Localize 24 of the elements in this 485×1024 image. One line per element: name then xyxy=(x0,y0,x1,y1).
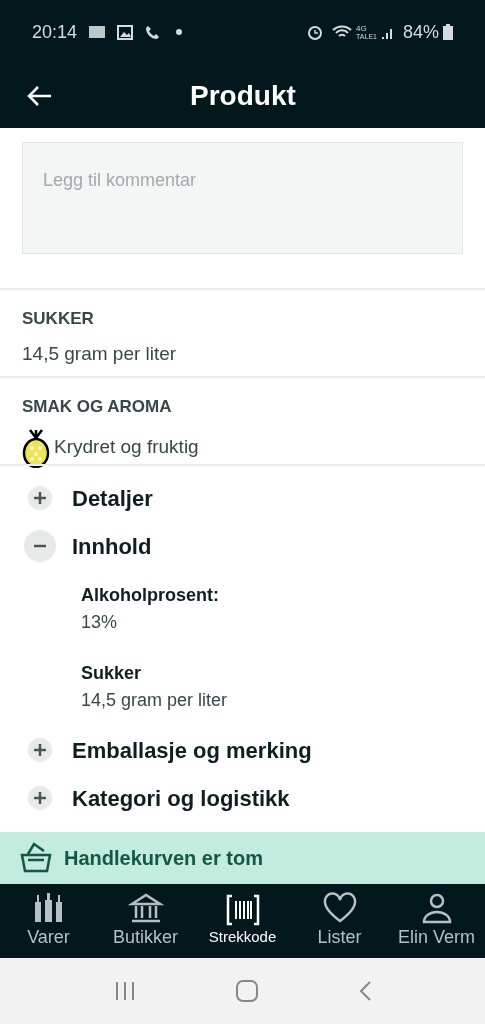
detail-label: Sukker xyxy=(81,662,143,685)
basket-status: Handlekurven er tom xyxy=(64,846,263,871)
fact-label: SUKKER xyxy=(22,308,95,330)
nav-tab[interactable]: Elin Verm xyxy=(388,884,485,958)
detail-value: 14,5 gram per liter xyxy=(81,689,229,712)
accordion-header[interactable]: Detaljer xyxy=(0,474,485,522)
detail-value: 13% xyxy=(81,611,119,634)
battery-percent: 84% xyxy=(402,20,439,44)
clock: 20:14 xyxy=(32,20,78,44)
nav-tab[interactable]: Butikker xyxy=(97,884,194,958)
accordion-header[interactable]: Emballasje og merking xyxy=(0,726,485,774)
fact-value: 14,5 gram per liter xyxy=(22,341,177,366)
network-label: 4G xyxy=(356,24,368,33)
nav-tab[interactable]: Lister xyxy=(291,884,388,958)
comment-field[interactable]: Legg til kommentar xyxy=(22,142,463,254)
nav-tab[interactable]: Varer xyxy=(0,884,97,958)
accordion-header[interactable]: Kategori og logistikk xyxy=(0,774,485,822)
nav-tab[interactable]: Strekkode xyxy=(194,884,291,958)
page-title: Produkt xyxy=(190,79,296,113)
fact-value: Krydret og fruktig xyxy=(54,435,199,460)
basket-banner[interactable]: Handlekurven er tom xyxy=(0,832,485,884)
detail-label: Alkoholprosent: xyxy=(81,584,220,607)
accordion-header[interactable]: Innhold xyxy=(0,522,485,570)
fact-label: SMAK OG AROMA xyxy=(22,396,173,418)
